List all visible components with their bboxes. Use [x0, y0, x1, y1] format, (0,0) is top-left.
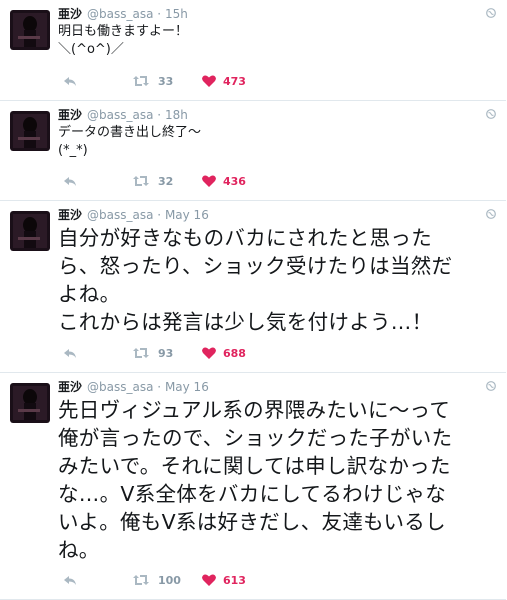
separator: · — [157, 208, 162, 222]
retweet-count: 100 — [158, 574, 181, 587]
username[interactable]: @bass_asa — [87, 108, 153, 122]
tweet-line: これからは発言は少し気を付けよう…！ — [58, 310, 433, 334]
retweet-icon[interactable] — [132, 73, 150, 89]
tweet-text: データの書き出し終了〜 (*_*) — [58, 124, 498, 160]
avatar[interactable] — [10, 10, 50, 50]
tweet: 亜沙 @bass_asa · May 16 自分が好きなものバカにされたと思った … — [0, 201, 506, 373]
display-name[interactable]: 亜沙 — [58, 108, 82, 122]
like-count: 688 — [223, 347, 246, 360]
tweet-line: いよ。俺もV系は好きだし、友達もいるし — [58, 510, 446, 534]
retweet-count: 33 — [158, 75, 174, 88]
tweet-actions: 93 688 — [58, 345, 498, 361]
separator: · — [157, 7, 162, 21]
like-count: 613 — [223, 574, 246, 587]
tweet-actions: 32 436 — [58, 173, 498, 189]
tweet-line: な…。V系全体をバカにしてるわけじゃな — [58, 482, 447, 506]
tweet-line: 俺が言ったので、ショックだった子がいた — [58, 426, 453, 450]
tweet: 亜沙 @bass_asa · 15h 明日も働きますよー！ ＼(^o^)／ 33 … — [0, 0, 506, 101]
tweet-line: 明日も働きますよー！ — [58, 24, 189, 39]
separator: · — [157, 380, 162, 394]
tweet-text: 明日も働きますよー！ ＼(^o^)／ — [58, 23, 498, 59]
tweet-line: よね。 — [58, 282, 121, 306]
like-count: 473 — [223, 75, 246, 88]
globe-icon — [486, 381, 496, 391]
timestamp[interactable]: 18h — [165, 108, 188, 122]
tweet-line: 自分が好きなものバカにされたと思った — [58, 226, 432, 250]
tweet-header: 亜沙 @bass_asa · 18h — [58, 107, 188, 123]
reply-icon[interactable] — [62, 73, 78, 89]
tweet-line: データの書き出し終了〜 — [58, 125, 202, 140]
tweet: 亜沙 @bass_asa · May 16 先日ヴィジュアル系の界隈みたいに〜って… — [0, 373, 506, 600]
tweet-header: 亜沙 @bass_asa · May 16 — [58, 207, 209, 223]
heart-icon[interactable] — [201, 345, 217, 361]
tweet-header: 亜沙 @bass_asa · May 16 — [58, 379, 209, 395]
tweet-line: ら、怒ったり、ショック受けたりは当然だ — [58, 254, 453, 278]
username[interactable]: @bass_asa — [87, 7, 153, 21]
timestamp[interactable]: May 16 — [165, 380, 209, 394]
display-name[interactable]: 亜沙 — [58, 7, 82, 21]
reply-icon[interactable] — [62, 345, 78, 361]
tweet-line: ＼(^o^)／ — [58, 42, 124, 57]
globe-icon — [486, 209, 496, 219]
reply-icon[interactable] — [62, 572, 78, 588]
retweet-count: 93 — [158, 347, 174, 360]
separator: · — [157, 108, 162, 122]
timestamp[interactable]: 15h — [165, 7, 188, 21]
tweet-actions: 33 473 — [58, 73, 498, 89]
tweet-header: 亜沙 @bass_asa · 15h — [58, 6, 188, 22]
tweet-line: みたいで。それに関しては申し訳なかった — [58, 454, 451, 478]
like-count: 436 — [223, 175, 246, 188]
reply-icon[interactable] — [62, 173, 78, 189]
globe-icon — [486, 8, 496, 18]
timestamp[interactable]: May 16 — [165, 208, 209, 222]
tweet-text: 先日ヴィジュアル系の界隈みたいに〜って 俺が言ったので、ショックだった子がいた … — [58, 396, 498, 564]
avatar[interactable] — [10, 111, 50, 151]
heart-icon[interactable] — [201, 73, 217, 89]
display-name[interactable]: 亜沙 — [58, 380, 82, 394]
globe-icon — [486, 109, 496, 119]
avatar[interactable] — [10, 383, 50, 423]
tweet-line: ね。 — [58, 538, 100, 562]
tweet: 亜沙 @bass_asa · 18h データの書き出し終了〜 (*_*) 32 4… — [0, 101, 506, 201]
tweet-text: 自分が好きなものバカにされたと思った ら、怒ったり、ショック受けたりは当然だ よ… — [58, 224, 498, 336]
tweet-line: (*_*) — [58, 143, 88, 158]
heart-icon[interactable] — [201, 173, 217, 189]
retweet-icon[interactable] — [132, 572, 150, 588]
username[interactable]: @bass_asa — [87, 380, 153, 394]
tweet-actions: 100 613 — [58, 572, 498, 588]
heart-icon[interactable] — [201, 572, 217, 588]
avatar[interactable] — [10, 211, 50, 251]
display-name[interactable]: 亜沙 — [58, 208, 82, 222]
username[interactable]: @bass_asa — [87, 208, 153, 222]
tweet-line: 先日ヴィジュアル系の界隈みたいに〜って — [58, 398, 451, 422]
retweet-icon[interactable] — [132, 173, 150, 189]
retweet-icon[interactable] — [132, 345, 150, 361]
retweet-count: 32 — [158, 175, 174, 188]
